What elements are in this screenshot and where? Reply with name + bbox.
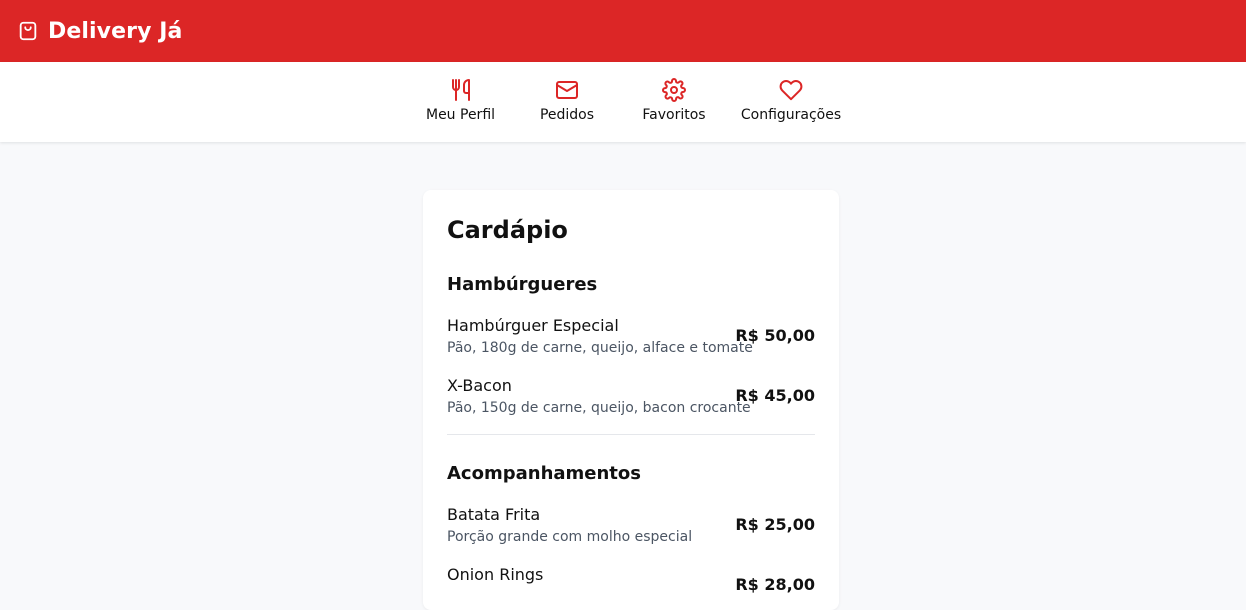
mail-icon [555, 78, 579, 102]
heart-icon [779, 78, 803, 102]
page-title: Cardápio [447, 216, 568, 244]
nav-label: Meu Perfil [425, 107, 496, 123]
nav-label: Favoritos [642, 107, 706, 123]
menu-item-description: Porção grande com molho especial [447, 529, 693, 545]
menu-item-description: Pão, 150g de carne, queijo, bacon crocan… [447, 400, 751, 416]
section-title-acompanhamentos: Acompanhamentos [447, 463, 641, 484]
section-title-hamburgueres: Hambúrgueres [447, 274, 598, 295]
menu-item-description: Pão, 180g de carne, queijo, alface e tom… [447, 340, 753, 356]
menu-item[interactable]: X-Bacon Pão, 150g de carne, queijo, baco… [447, 376, 815, 420]
shopping-bag-icon [17, 20, 39, 42]
menu-item[interactable]: Hambúrguer Especial Pão, 180g de carne, … [447, 316, 815, 360]
app-title: Delivery Já [48, 18, 183, 44]
nav-label: Configurações [740, 107, 842, 123]
nav-item-favoritos[interactable]: Favoritos [642, 78, 706, 123]
menu-item[interactable]: Batata Frita Porção grande com molho esp… [447, 505, 815, 549]
menu-item-price: R$ 25,00 [735, 515, 815, 534]
nav-item-meu-perfil[interactable]: Meu Perfil [425, 78, 496, 123]
main-nav: Meu Perfil Pedidos Favoritos Configuraçõ… [0, 62, 1246, 142]
menu-item-price: R$ 50,00 [735, 326, 815, 345]
nav-item-pedidos[interactable]: Pedidos [540, 78, 594, 123]
gear-icon [662, 78, 686, 102]
menu-item-price: R$ 28,00 [735, 575, 815, 594]
menu-item[interactable]: Onion Rings R$ 28,00 [447, 565, 815, 609]
menu-item-price: R$ 45,00 [735, 386, 815, 405]
brand-link[interactable]: Delivery Já [17, 19, 183, 44]
utensils-icon [449, 78, 473, 102]
nav-item-configuracoes[interactable]: Configurações [740, 78, 842, 123]
menu-card: Cardápio Hambúrgueres Hambúrguer Especia… [423, 190, 839, 610]
menu-item-name: X-Bacon [447, 376, 512, 395]
app-header: Delivery Já [0, 0, 1246, 62]
menu-item-name: Hambúrguer Especial [447, 316, 619, 335]
menu-item-name: Batata Frita [447, 505, 541, 524]
menu-item-name: Onion Rings [447, 565, 544, 584]
section-divider [447, 434, 815, 435]
nav-label: Pedidos [539, 107, 595, 123]
